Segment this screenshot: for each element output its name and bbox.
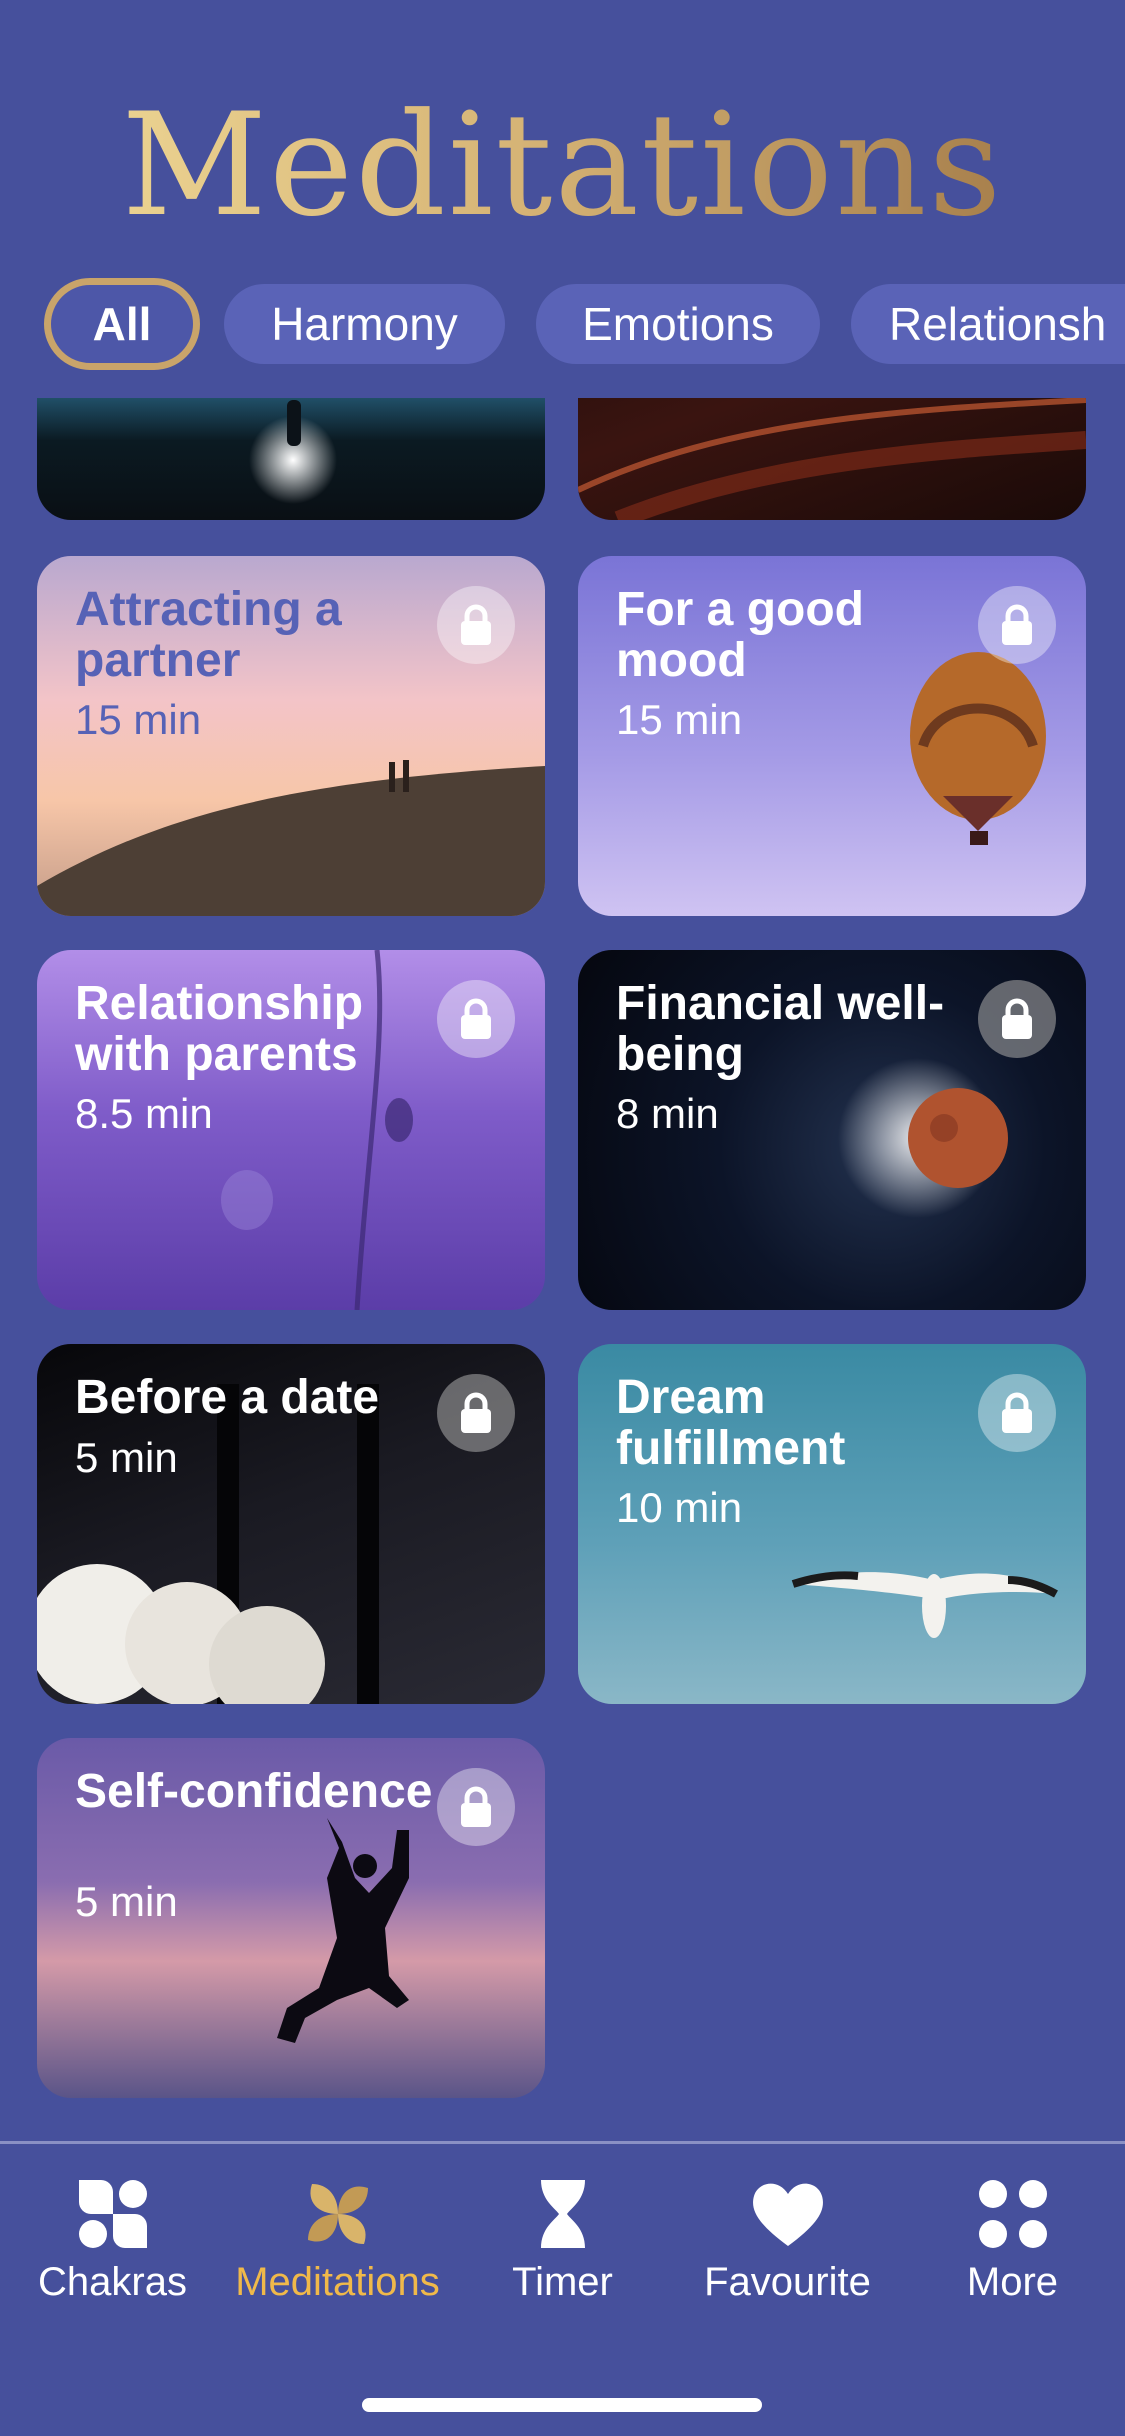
card-image	[249, 400, 337, 504]
lock-icon	[978, 980, 1056, 1058]
meditation-card[interactable]	[37, 398, 545, 520]
card-duration: 15 min	[616, 696, 743, 743]
heart-icon	[748, 2174, 828, 2254]
meditation-card-dream-fulfillment[interactable]: Dream fulfillment 10 min	[578, 1344, 1086, 1704]
card-title: Self-confidence	[75, 1765, 433, 1818]
card-title: Attracting a partner	[75, 583, 342, 687]
lock-icon	[437, 1374, 515, 1452]
card-title: Relationship with parents	[75, 977, 364, 1081]
meditation-card-attracting-a-partner[interactable]: Attracting a partner 15 min	[37, 556, 545, 916]
filter-chip-emotions[interactable]: Emotions	[536, 284, 820, 364]
filter-chip-relationships[interactable]: Relationsh	[851, 284, 1125, 364]
tab-label: Chakras	[38, 2260, 187, 2304]
tab-label: Timer	[512, 2260, 613, 2304]
home-indicator[interactable]	[362, 2398, 762, 2412]
tab-label: Favourite	[704, 2260, 871, 2304]
meditation-card-relationship-with-parents[interactable]: Relationship with parents 8.5 min	[37, 950, 545, 1310]
chakras-icon	[73, 2174, 153, 2254]
tab-meditations[interactable]: Meditations	[225, 2174, 450, 2305]
card-duration: 5 min	[75, 1878, 178, 1925]
card-title: For a good mood	[616, 583, 864, 687]
lock-icon	[978, 586, 1056, 664]
card-duration: 15 min	[75, 696, 202, 743]
card-title: Dream fulfillment	[616, 1371, 846, 1475]
meditations-grid: Attracting a partner 15 min For a good m…	[0, 398, 1125, 2143]
lock-icon	[437, 586, 515, 664]
meditation-card[interactable]	[578, 398, 1086, 520]
card-duration: 8 min	[616, 1090, 719, 1137]
card-title: Financial well-being	[616, 977, 945, 1081]
card-duration: 8.5 min	[75, 1090, 213, 1137]
meditation-card-for-a-good-mood[interactable]: For a good mood 15 min	[578, 556, 1086, 916]
tab-favourite[interactable]: Favourite	[675, 2174, 900, 2305]
card-title: Before a date	[75, 1371, 380, 1424]
meditations-icon	[298, 2174, 378, 2254]
tab-bar: Chakras Meditations Timer Favourite More	[0, 2144, 1125, 2304]
page-title: Meditations	[0, 95, 1125, 237]
filter-chip-harmony[interactable]: Harmony	[224, 284, 505, 364]
lock-icon	[437, 980, 515, 1058]
hourglass-icon	[523, 2174, 603, 2254]
lock-icon	[437, 1768, 515, 1846]
meditation-card-financial-well-being[interactable]: Financial well-being 8 min	[578, 950, 1086, 1310]
filter-chip-all[interactable]: All	[44, 278, 200, 370]
tab-label: More	[966, 2260, 1059, 2304]
grid-dots-icon	[973, 2174, 1053, 2254]
tab-chakras[interactable]: Chakras	[0, 2174, 225, 2305]
meditation-card-self-confidence[interactable]: Self-confidence 5 min	[37, 1738, 545, 2098]
tab-more[interactable]: More	[900, 2174, 1125, 2305]
tab-timer[interactable]: Timer	[450, 2174, 675, 2305]
filter-chips[interactable]: All Harmony Emotions Relationsh	[0, 278, 1125, 370]
meditation-card-before-a-date[interactable]: Before a date 5 min	[37, 1344, 545, 1704]
tab-label: Meditations	[235, 2260, 440, 2304]
card-duration: 10 min	[616, 1484, 743, 1531]
meditations-screen: Meditations All Harmony Emotions Relatio…	[0, 0, 1125, 2436]
card-image	[578, 398, 1086, 520]
card-duration: 5 min	[75, 1434, 178, 1481]
lock-icon	[978, 1374, 1056, 1452]
